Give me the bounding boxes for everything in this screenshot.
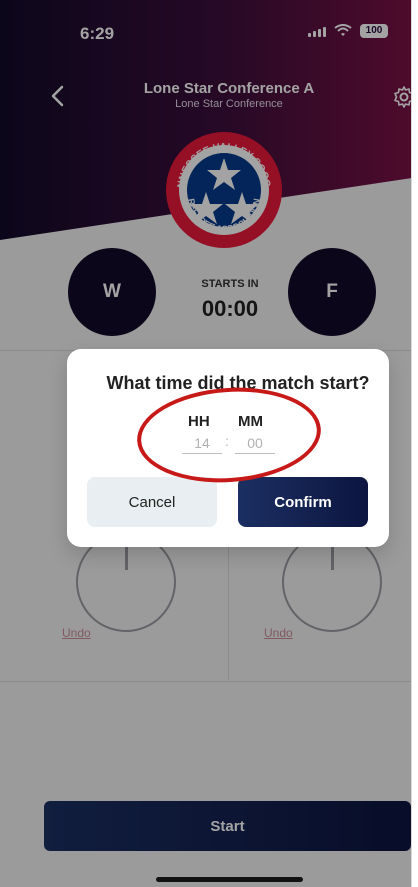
home-indicator[interactable] (156, 877, 303, 882)
cancel-button[interactable]: Cancel (87, 477, 217, 527)
app-screen: 6:29 100 Lone Star Conference A Lone Sta… (0, 0, 412, 887)
phone-screen: 6:29 100 Lone Star Conference A Lone Sta… (0, 0, 418, 887)
device-frame-edge (411, 0, 418, 887)
confirm-button[interactable]: Confirm (238, 477, 368, 527)
